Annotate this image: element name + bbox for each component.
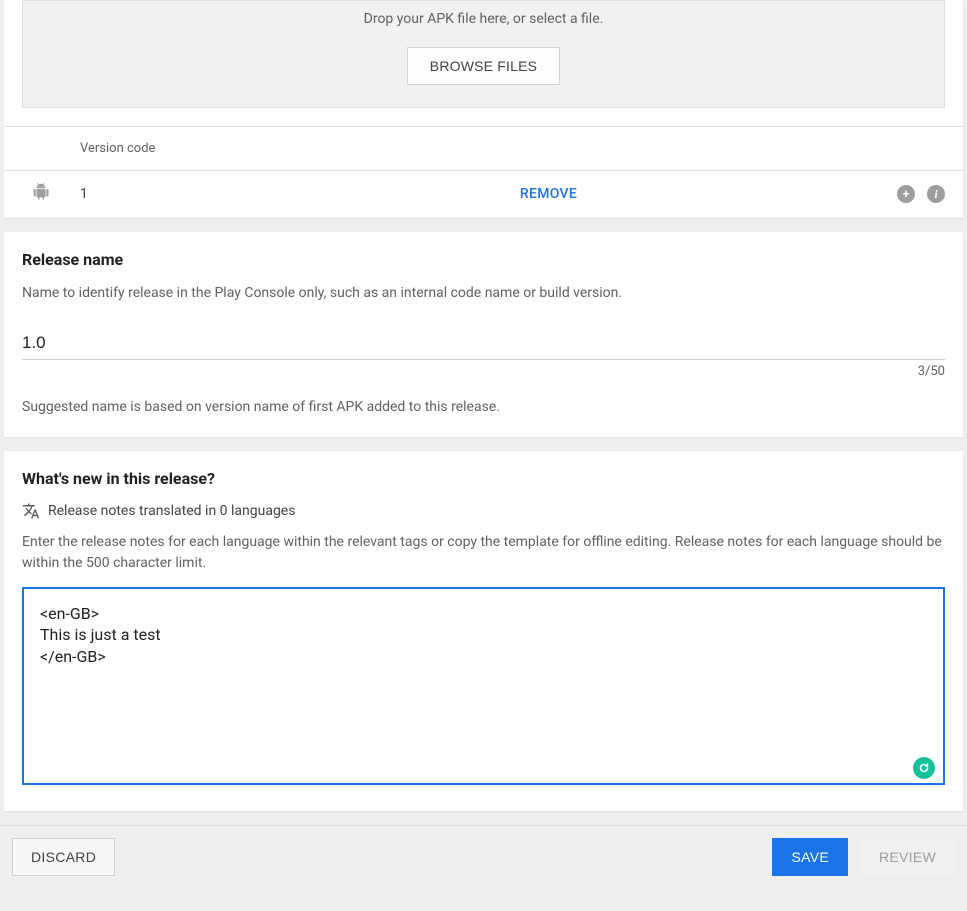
release-name-suggestion: Suggested name is based on version name …: [22, 399, 945, 415]
apk-dropzone[interactable]: Drop your APK file here, or select a fil…: [22, 0, 945, 108]
release-name-title: Release name: [22, 250, 945, 269]
dropzone-text: Drop your APK file here, or select a fil…: [23, 11, 944, 27]
apk-row: 1 REMOVE: [4, 171, 963, 218]
whats-new-title: What's new in this release?: [22, 469, 945, 488]
apk-version-code-header: Version code: [4, 126, 963, 171]
add-icon[interactable]: [897, 185, 915, 203]
whats-new-help: Enter the release notes for each languag…: [22, 532, 945, 573]
translate-icon: [22, 502, 40, 520]
whats-new-card: What's new in this release? Release note…: [4, 451, 963, 811]
release-notes-textarea[interactable]: [22, 587, 945, 785]
footer-bar: DISCARD SAVE REVIEW: [0, 825, 967, 888]
remove-apk-link[interactable]: REMOVE: [520, 186, 577, 202]
discard-button[interactable]: DISCARD: [12, 838, 115, 876]
grammarly-icon[interactable]: [913, 757, 935, 779]
translation-status: Release notes translated in 0 languages: [22, 502, 945, 520]
release-name-input[interactable]: [22, 329, 945, 360]
android-icon: [32, 183, 50, 205]
apk-version-code-value: 1: [80, 186, 200, 202]
browse-files-button[interactable]: BROWSE FILES: [407, 47, 560, 85]
info-icon[interactable]: [927, 185, 945, 203]
apk-table: Version code 1 REMOVE: [4, 126, 963, 218]
release-name-card: Release name Name to identify release in…: [4, 232, 963, 437]
save-button[interactable]: SAVE: [772, 838, 848, 876]
review-button[interactable]: REVIEW: [860, 838, 955, 876]
release-name-counter: 3/50: [22, 364, 945, 379]
translation-status-text: Release notes translated in 0 languages: [48, 503, 295, 519]
apk-card: Drop your APK file here, or select a fil…: [4, 0, 963, 218]
release-name-help: Name to identify release in the Play Con…: [22, 283, 945, 303]
